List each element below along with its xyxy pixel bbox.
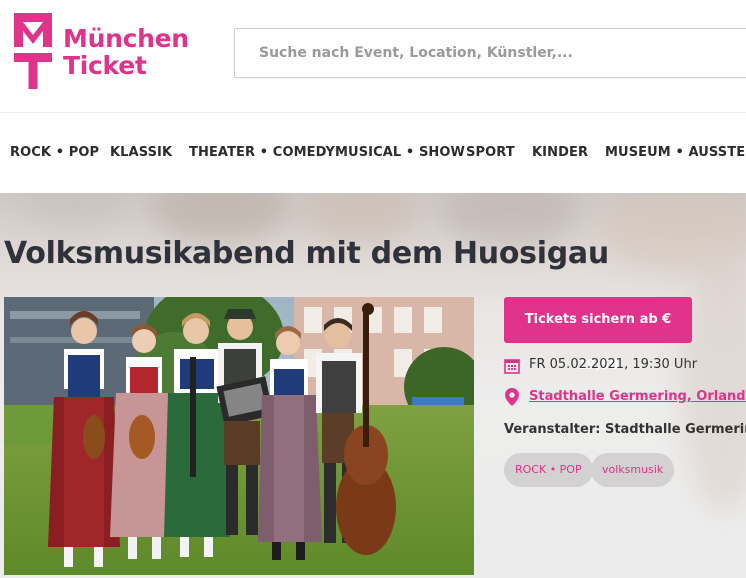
logo-mark-icon: [14, 13, 52, 89]
nav-item-theater-comedy[interactable]: THEATER • COMEDY: [189, 145, 335, 160]
calendar-icon: [504, 359, 520, 374]
muenchen-ticket-logo[interactable]: München Ticket: [14, 13, 189, 91]
venue-link[interactable]: Stadthalle Germering, Orlandosaal: [529, 389, 746, 404]
site-header: München Ticket: [0, 0, 746, 112]
tag-rock-pop[interactable]: ROCK • POP: [504, 453, 593, 487]
logo-wordmark: München Ticket: [63, 25, 189, 79]
search-input[interactable]: [235, 29, 746, 77]
event-hero: Volksmusikabend mit dem Huosigau Tickets…: [0, 193, 746, 578]
logo-line-1: München: [63, 24, 189, 53]
band-photo-illustration: [4, 297, 474, 575]
nav-item-musical-show[interactable]: MUSICAL • SHOW: [335, 145, 465, 160]
location-pin-icon: [505, 388, 519, 406]
event-date: FR 05.02.2021, 19:30 Uhr: [529, 357, 698, 372]
nav-item-kinder[interactable]: KINDER: [532, 145, 588, 160]
search-box[interactable]: [234, 28, 746, 78]
nav-item-rock-pop[interactable]: ROCK • POP: [10, 145, 99, 160]
logo-line-2: Ticket: [63, 51, 147, 80]
event-photo: [4, 297, 474, 575]
main-navigation: ROCK • POP KLASSIK THEATER • COMEDY MUSI…: [0, 113, 746, 193]
event-title: Volksmusikabend mit dem Huosigau: [4, 236, 609, 271]
nav-item-museum-ausstellung[interactable]: MUSEUM • AUSSTELLUNG: [605, 145, 746, 160]
event-organizer: Veranstalter: Stadthalle Germering: [504, 422, 746, 437]
buy-tickets-button[interactable]: Tickets sichern ab € 19,50: [504, 297, 692, 373]
nav-item-sport[interactable]: SPORT: [466, 145, 515, 160]
nav-item-klassik[interactable]: KLASSIK: [110, 145, 172, 160]
tag-volksmusik[interactable]: volksmusik: [591, 453, 675, 487]
